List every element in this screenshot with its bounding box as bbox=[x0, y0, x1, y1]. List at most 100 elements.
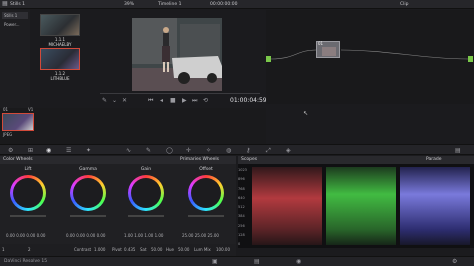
pivot-value[interactable]: 0.435 bbox=[124, 247, 135, 252]
motion-effects-icon[interactable]: ✦ bbox=[86, 147, 91, 154]
tool-icon[interactable]: ⌄ bbox=[112, 97, 117, 104]
primaries-wheels-label[interactable]: Primaries Wheels bbox=[180, 157, 219, 162]
lift-values: 0.00 0.00 0.00 0.00 bbox=[6, 233, 46, 238]
contrast-value[interactable]: 1.000 bbox=[94, 247, 105, 252]
window-icon[interactable]: ◯ bbox=[166, 147, 173, 154]
scopes-header: Scopes Parade bbox=[238, 156, 474, 164]
go-end-icon[interactable]: ⏭ bbox=[192, 97, 197, 105]
rgb-mixer-icon[interactable]: ☰ bbox=[66, 147, 71, 154]
qualifier-icon[interactable]: ✎ bbox=[146, 147, 151, 154]
stop-icon[interactable]: ■ bbox=[170, 97, 176, 104]
clip-track: V1 bbox=[28, 107, 34, 112]
loop-icon[interactable]: ⟲ bbox=[203, 97, 208, 104]
album-sidebar: Stills 1 Power... bbox=[0, 10, 30, 110]
go-start-icon[interactable]: ⏮ bbox=[148, 97, 153, 105]
sat-label: Sat bbox=[140, 247, 147, 252]
app-title: DaVinci Resolve 15 bbox=[4, 259, 48, 264]
3d-icon[interactable]: ◈ bbox=[286, 147, 291, 154]
viewer-timecode: 01:00:04:59 bbox=[230, 97, 267, 104]
node-thumbnail bbox=[322, 47, 336, 56]
pen-icon[interactable]: ✎ bbox=[102, 97, 107, 104]
sidebar-item-label: Stills 1 bbox=[4, 13, 18, 18]
edit-page-icon[interactable]: ▤ bbox=[254, 258, 260, 265]
palette-toolbar: ⚙ ⊞ ◉ ☰ ✦ ∿ ✎ ◯ ✛ ✧ ◍ ⚷ ⤢ ◈ ▤ bbox=[0, 144, 474, 155]
scrubber[interactable] bbox=[100, 93, 260, 94]
sizing-icon[interactable]: ⤢ bbox=[266, 147, 271, 155]
sidebar-item-power[interactable]: Power... bbox=[2, 21, 28, 28]
top-timecode: 00:00:00:00 bbox=[210, 1, 238, 7]
parade-select[interactable]: Parade bbox=[426, 157, 442, 162]
clip-thumbnail[interactable] bbox=[2, 113, 34, 131]
scope-scale: 1023 896 768 640 512 384 256 128 0 bbox=[238, 168, 247, 247]
clip-number: 01 bbox=[3, 107, 9, 112]
parade-scope: 1023 896 768 640 512 384 256 128 0 bbox=[238, 164, 474, 248]
key-icon[interactable]: ⚷ bbox=[246, 147, 250, 154]
mouse-cursor-icon: ↖ bbox=[303, 110, 309, 117]
gamma-values: 0.00 0.00 0.00 0.00 bbox=[66, 233, 106, 238]
gallery-still-2[interactable] bbox=[40, 48, 80, 70]
color-wheels-header: Color Wheels Primaries Wheels bbox=[0, 156, 236, 164]
page-navigation-bar: DaVinci Resolve 15 ▣ ▤ ◉ ⚙ bbox=[0, 256, 474, 266]
gamma-label: Gamma bbox=[79, 167, 97, 172]
lift-master-slider[interactable] bbox=[10, 215, 46, 217]
zoom-level[interactable]: 39% bbox=[124, 2, 134, 7]
play-icon[interactable]: ▶ bbox=[182, 97, 187, 104]
blue-channel-trace bbox=[400, 167, 470, 245]
gallery-label[interactable]: Stills 1 bbox=[10, 2, 25, 7]
color-page-icon[interactable]: ◉ bbox=[296, 258, 301, 265]
color-wheels-icon[interactable]: ◉ bbox=[46, 147, 51, 154]
sat-value[interactable]: 50.00 bbox=[151, 247, 162, 252]
adjustment-bar: 1 2 Contrast 1.000 Pivot 0.435 Sat 50.00… bbox=[0, 244, 236, 256]
settings-icon[interactable]: ⚙ bbox=[452, 258, 457, 265]
gamma-wheel[interactable] bbox=[70, 175, 106, 211]
gallery-icon[interactable]: ▦ bbox=[2, 0, 8, 7]
clip-label[interactable]: Clip bbox=[400, 2, 409, 7]
top-toolbar: ▦ Stills 1 39% Timeline 1 00:00:00:00 Cl… bbox=[0, 0, 474, 9]
offset-wheel[interactable] bbox=[188, 175, 224, 211]
color-node-01[interactable]: 01 bbox=[316, 41, 340, 58]
sidebar-item-stills[interactable]: Stills 1 bbox=[2, 12, 28, 19]
still-1-sublabel: MICHAELBY bbox=[48, 42, 72, 47]
color-wheels-title: Color Wheels bbox=[3, 157, 33, 162]
lummix-label: Lum Mix bbox=[194, 247, 211, 252]
node-label: 01 bbox=[318, 41, 324, 46]
gain-values: 1.00 1.00 1.00 1.00 bbox=[124, 233, 164, 238]
gain-wheel[interactable] bbox=[128, 175, 164, 211]
close-icon[interactable]: ✕ bbox=[122, 97, 127, 104]
offset-label: Offset bbox=[199, 167, 213, 172]
timeline-name[interactable]: Timeline 1 bbox=[158, 2, 181, 7]
viewer-image bbox=[132, 18, 222, 91]
hue-label: Hue bbox=[166, 247, 175, 252]
lift-wheel[interactable] bbox=[10, 175, 46, 211]
scopes-icon[interactable]: ▤ bbox=[455, 147, 461, 154]
offset-values: 25.00 25.00 25.00 bbox=[182, 233, 219, 238]
red-channel-trace bbox=[252, 167, 322, 245]
still-2-sublabel: LITHBLUE bbox=[50, 76, 70, 81]
color-match-icon[interactable]: ⊞ bbox=[28, 147, 33, 154]
node-links bbox=[270, 49, 469, 60]
page-1[interactable]: 1 bbox=[2, 247, 5, 252]
gain-master-slider[interactable] bbox=[128, 215, 164, 217]
lift-label: Lift bbox=[24, 167, 32, 172]
hue-value[interactable]: 50.00 bbox=[178, 247, 189, 252]
gain-label: Gain bbox=[140, 167, 152, 172]
gamma-master-slider[interactable] bbox=[70, 215, 106, 217]
clips-strip bbox=[0, 108, 266, 144]
scopes-title: Scopes bbox=[241, 157, 258, 162]
gallery-still-1[interactable] bbox=[40, 14, 80, 36]
viewer-frame[interactable] bbox=[132, 18, 222, 91]
media-page-icon[interactable]: ▣ bbox=[212, 258, 218, 265]
clip-name: JPEG bbox=[3, 132, 13, 137]
pivot-label: Pivot bbox=[112, 247, 122, 252]
camera-raw-icon[interactable]: ⚙ bbox=[8, 147, 13, 154]
curves-icon[interactable]: ∿ bbox=[126, 147, 131, 154]
green-channel-trace bbox=[326, 167, 396, 245]
contrast-label: Contrast bbox=[74, 247, 92, 252]
blur-icon[interactable]: ◍ bbox=[226, 147, 231, 154]
tracker-icon[interactable]: ✛ bbox=[186, 147, 191, 154]
lummix-value[interactable]: 100.00 bbox=[216, 247, 230, 252]
offset-master-slider[interactable] bbox=[188, 215, 224, 217]
magic-mask-icon[interactable]: ✧ bbox=[206, 147, 211, 154]
step-back-icon[interactable]: ◂ bbox=[160, 97, 163, 104]
page-2[interactable]: 2 bbox=[28, 247, 31, 252]
